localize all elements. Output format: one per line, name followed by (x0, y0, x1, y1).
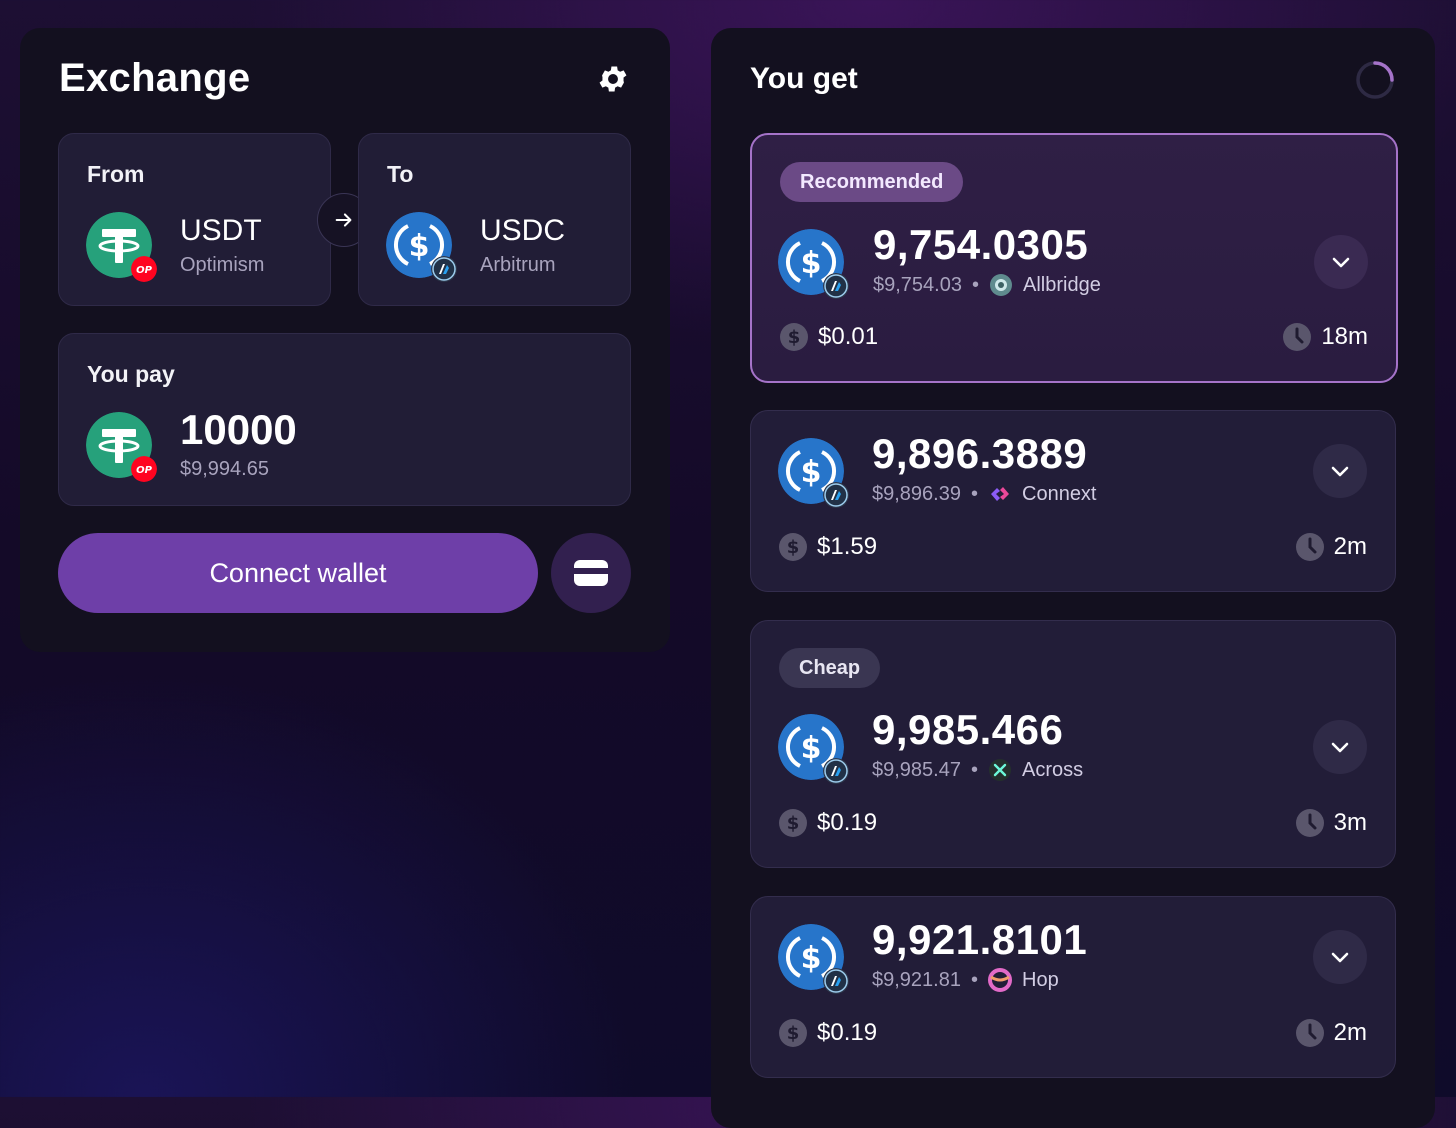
route-amount: 9,896.3889 (872, 430, 1088, 477)
route-usd: $9,754.03 (873, 273, 962, 296)
to-token-selector[interactable]: To USDC Arbitrum (358, 133, 631, 306)
route-bridge: Allbridge (1023, 273, 1101, 296)
arbitrum-badge-icon (823, 758, 849, 784)
allbridge-icon (990, 274, 1012, 296)
arrow-right-icon (335, 213, 352, 227)
dollar-icon (779, 1019, 807, 1047)
route-fee-value: $0.19 (817, 809, 878, 836)
to-label: To (387, 161, 414, 187)
route-fee-value: $0.01 (818, 323, 879, 350)
route-fee-value: $1.59 (817, 533, 878, 560)
gear-icon[interactable] (596, 62, 630, 96)
from-token-selector[interactable]: From USDT Optimism (58, 133, 331, 306)
route-amount: 9,985.466 (872, 706, 1064, 753)
route-subline: $9,985.47 • Across (872, 758, 1084, 781)
to-token-chain: Arbitrum (480, 254, 556, 276)
wallet-icon (574, 560, 608, 586)
route-bridge: Connext (1022, 482, 1097, 505)
chevron-down-icon (1328, 459, 1352, 483)
arbitrum-badge-icon (823, 968, 849, 994)
connext-icon (991, 487, 1009, 501)
chevron-down-icon (1328, 735, 1352, 759)
clock-icon (1296, 809, 1324, 837)
route-time-value: 3m (1333, 809, 1367, 836)
you-pay-label: You pay (87, 361, 175, 387)
arbitrum-badge-icon (823, 482, 849, 508)
dollar-icon (780, 323, 808, 351)
from-token-name: USDT (180, 214, 262, 247)
pay-amount-input[interactable]: 10000 (180, 406, 297, 454)
clock-icon (1296, 533, 1324, 561)
from-token-chain: Optimism (180, 254, 265, 276)
route-time: 18m (1283, 323, 1368, 351)
expand-route-button[interactable] (1314, 235, 1368, 289)
clock-icon (1296, 1019, 1324, 1047)
route-usd: $9,921.81 (872, 968, 961, 991)
arbitrum-badge-icon (823, 273, 849, 299)
expand-route-button[interactable] (1313, 444, 1367, 498)
route-card[interactable]: 9,921.8101 $9,921.81 • Hop $0.19 2m (750, 896, 1396, 1078)
optimism-badge-icon (131, 256, 157, 282)
route-fee: $1.59 (779, 533, 877, 561)
exchange-title: Exchange (59, 56, 251, 100)
route-time-value: 2m (1333, 533, 1367, 560)
exchange-panel: Exchange From USDT Optimism To USDC Arbi… (20, 28, 670, 652)
route-time: 2m (1296, 533, 1367, 561)
route-usd: $9,896.39 (872, 482, 961, 505)
route-fee: $0.19 (779, 809, 877, 837)
route-card[interactable]: Cheap 9,985.466 $9,985.47 • Across $0.19… (750, 620, 1396, 868)
optimism-badge-icon (131, 456, 157, 482)
route-time: 3m (1296, 809, 1367, 837)
route-usd: $9,985.47 (872, 758, 961, 781)
route-subline: $9,896.39 • Connext (872, 482, 1097, 505)
connect-wallet-button[interactable]: Connect wallet (58, 533, 538, 613)
route-card[interactable]: Recommended 9,754.0305 $9,754.03 • Allbr… (750, 133, 1398, 383)
hop-icon (988, 968, 1012, 992)
pay-usd-value: $9,994.65 (180, 458, 269, 480)
chevron-down-icon (1329, 250, 1353, 274)
to-token-name: USDC (480, 214, 566, 247)
route-bridge: Hop (1022, 968, 1059, 991)
route-amount: 9,754.0305 (873, 221, 1089, 268)
route-amount: 9,921.8101 (872, 916, 1088, 963)
recommended-tag: Recommended (780, 162, 964, 202)
across-icon (989, 759, 1011, 781)
chevron-down-icon (1328, 945, 1352, 969)
route-fee: $0.01 (780, 323, 878, 351)
route-bridge: Across (1022, 758, 1084, 781)
route-time-value: 18m (1321, 323, 1368, 350)
arbitrum-badge-icon (431, 256, 457, 282)
cheap-tag: Cheap (779, 648, 881, 688)
route-subline: $9,754.03 • Allbridge (873, 273, 1101, 296)
clock-icon (1283, 323, 1311, 351)
expand-route-button[interactable] (1313, 930, 1367, 984)
expand-route-button[interactable] (1313, 720, 1367, 774)
dollar-icon (779, 809, 807, 837)
route-time-value: 2m (1333, 1019, 1367, 1046)
route-card[interactable]: 9,896.3889 $9,896.39 • Connext $1.59 2m (750, 410, 1396, 592)
from-label: From (87, 161, 145, 187)
you-get-title: You get (750, 62, 858, 95)
route-time: 2m (1296, 1019, 1367, 1047)
you-get-panel: You get Recommended 9,754.0305 $9,754.03… (711, 28, 1435, 1128)
dollar-icon (779, 533, 807, 561)
wallet-button[interactable] (551, 533, 631, 613)
refresh-spinner-icon[interactable] (1355, 60, 1395, 100)
route-fee: $0.19 (779, 1019, 877, 1047)
route-subline: $9,921.81 • Hop (872, 968, 1059, 992)
route-fee-value: $0.19 (817, 1019, 878, 1046)
pay-amount-box[interactable]: You pay 10000 $9,994.65 (58, 333, 631, 506)
